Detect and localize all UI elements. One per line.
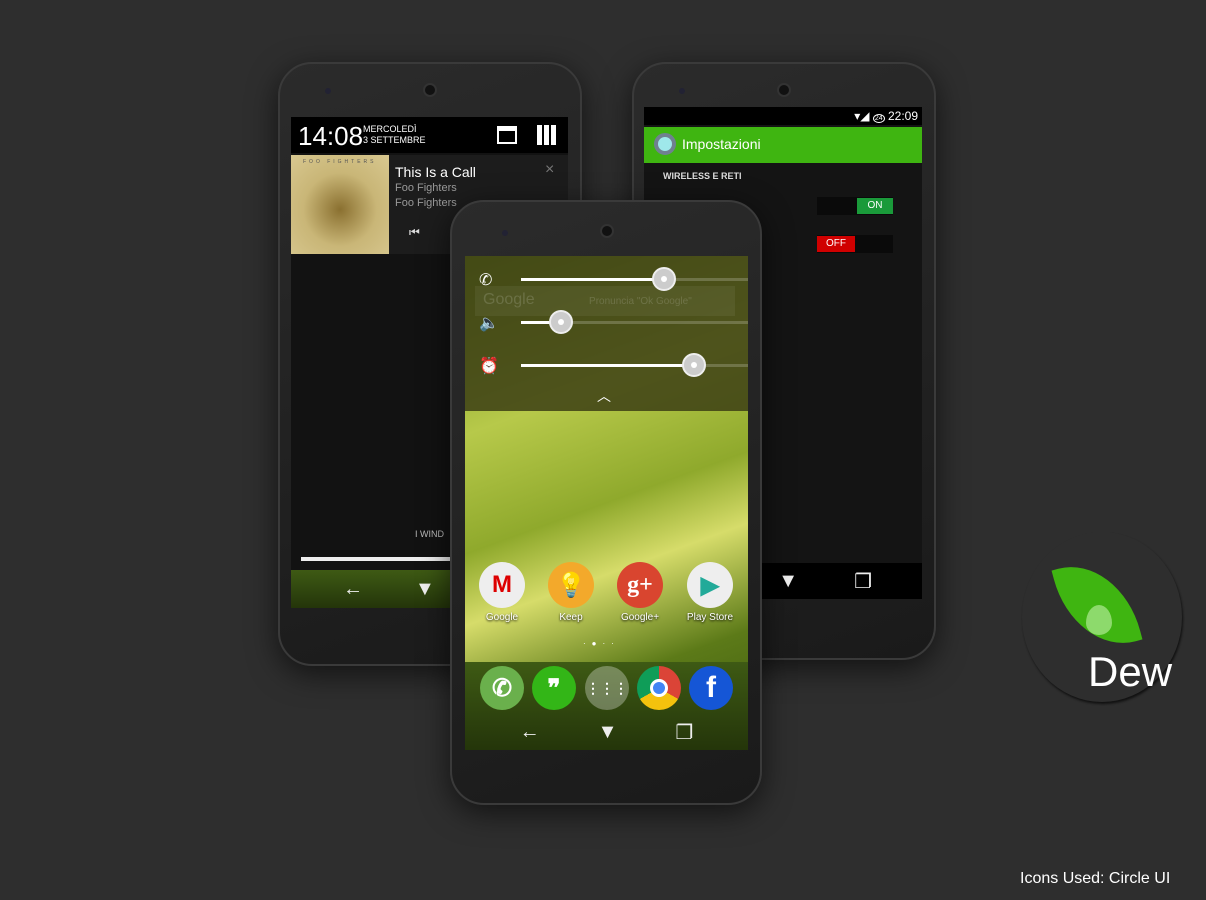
app-label: Google bbox=[485, 612, 519, 623]
album: Foo Fighters bbox=[395, 197, 457, 209]
app-keep[interactable]: 💡 Keep bbox=[536, 562, 606, 623]
hangouts-icon[interactable]: ❞ bbox=[532, 666, 576, 710]
home-icon[interactable]: ▼ bbox=[415, 578, 435, 601]
google-plus-icon: g+ bbox=[617, 562, 663, 608]
center-screen: Google Pronuncia "Ok Google" ✆ 🔈 ⏰ ︿ M Go… bbox=[465, 256, 748, 750]
play-store-icon: ▶ bbox=[687, 562, 733, 608]
back-icon[interactable]: ← bbox=[343, 578, 363, 601]
action-bar: Impostazioni bbox=[644, 127, 922, 163]
recents-icon[interactable]: ❐ bbox=[675, 720, 693, 745]
album-art: FOO FIGHTERS bbox=[291, 155, 389, 254]
camera bbox=[325, 88, 331, 94]
app-label: Play Store bbox=[686, 612, 734, 623]
keep-bulb-icon: 💡 bbox=[548, 562, 594, 608]
day: MERCOLEDÌ bbox=[363, 124, 417, 134]
previous-track-icon[interactable]: ⏮ bbox=[409, 225, 420, 240]
dew-drop bbox=[1086, 605, 1112, 635]
status-bar: ▾◢ 24 22:09 bbox=[644, 107, 922, 125]
album-label: FOO FIGHTERS bbox=[303, 159, 377, 165]
track-title: This Is a Call bbox=[395, 164, 476, 180]
app-google-plus[interactable]: g+ Google+ bbox=[605, 562, 675, 623]
home-icon[interactable]: ▼ bbox=[778, 570, 798, 593]
recents-icon[interactable]: ❐ bbox=[854, 569, 872, 594]
collapse-chevron-icon[interactable]: ︿ bbox=[597, 386, 611, 406]
window-icon[interactable] bbox=[497, 126, 517, 144]
page-indicator: ·●·· bbox=[583, 639, 620, 648]
app-label: Google+ bbox=[620, 612, 660, 623]
toggle-on[interactable]: ON bbox=[817, 197, 893, 215]
app-play-store[interactable]: ▶ Play Store bbox=[675, 562, 745, 623]
volume-slider-media[interactable] bbox=[521, 310, 748, 334]
app-google[interactable]: M Google bbox=[467, 562, 537, 623]
app-label: Keep bbox=[559, 612, 583, 623]
speaker bbox=[423, 83, 437, 97]
brand-name: Dew bbox=[1088, 648, 1173, 695]
volume-slider-alarm[interactable] bbox=[521, 353, 748, 377]
phone-icon: ✆ bbox=[479, 272, 493, 289]
center-nav-bar: ← ▼ ❐ bbox=[465, 714, 748, 750]
alarm-icon: ⏰ bbox=[479, 358, 499, 375]
back-icon[interactable]: ← bbox=[520, 721, 540, 744]
dock: ✆ ❞ ⋮⋮⋮ f ← ▼ ❐ bbox=[465, 662, 748, 750]
search-hint: Pronuncia "Ok Google" bbox=[589, 296, 692, 307]
action-title: Impostazioni bbox=[682, 136, 761, 152]
status-time: 22:09 bbox=[887, 109, 918, 123]
app-drawer-icon[interactable]: ⋮⋮⋮ bbox=[585, 666, 629, 710]
progress-bar bbox=[301, 557, 461, 561]
speaker bbox=[600, 224, 614, 238]
close-icon[interactable]: × bbox=[545, 161, 554, 179]
phone-app-icon[interactable]: ✆ bbox=[480, 666, 524, 710]
camera bbox=[502, 230, 508, 236]
toggle-label: ON bbox=[857, 198, 893, 214]
center-phone: Google Pronuncia "Ok Google" ✆ 🔈 ⏰ ︿ M Go… bbox=[450, 200, 762, 805]
notification-header: 14:08 MERCOLEDÌ 3 SETTEMBRE bbox=[291, 117, 568, 153]
icon-credit: Icons Used: Circle UI bbox=[1020, 870, 1171, 887]
settings-gear-icon bbox=[654, 133, 676, 155]
toggle-off[interactable]: OFF bbox=[817, 235, 893, 253]
camera bbox=[679, 88, 685, 94]
status-badge: 24 bbox=[872, 114, 885, 123]
artist: Foo Fighters bbox=[395, 182, 457, 194]
home-icon[interactable]: ▼ bbox=[598, 721, 618, 744]
speaker bbox=[777, 83, 791, 97]
speaker-icon: 🔈 bbox=[479, 315, 499, 332]
clock: 14:08 bbox=[298, 121, 364, 151]
date: 3 SETTEMBRE bbox=[363, 135, 426, 145]
search-logo: Google bbox=[483, 291, 535, 308]
volume-panel: Google Pronuncia "Ok Google" ✆ 🔈 ⏰ ︿ bbox=[465, 256, 748, 411]
gmail-icon: M bbox=[479, 562, 525, 608]
facebook-icon[interactable]: f bbox=[689, 666, 733, 710]
toggle-label: OFF bbox=[817, 236, 855, 252]
volume-slider-ringer[interactable] bbox=[521, 267, 748, 291]
user-grid-icon[interactable] bbox=[537, 125, 557, 145]
lower-text: I WIND bbox=[415, 529, 444, 539]
chrome-icon[interactable] bbox=[637, 666, 681, 710]
section-header: WIRELESS E RETI bbox=[663, 171, 742, 181]
search-bar-ghost: Google Pronuncia "Ok Google" bbox=[475, 286, 735, 316]
wifi-icon: ▾◢ bbox=[854, 109, 870, 123]
